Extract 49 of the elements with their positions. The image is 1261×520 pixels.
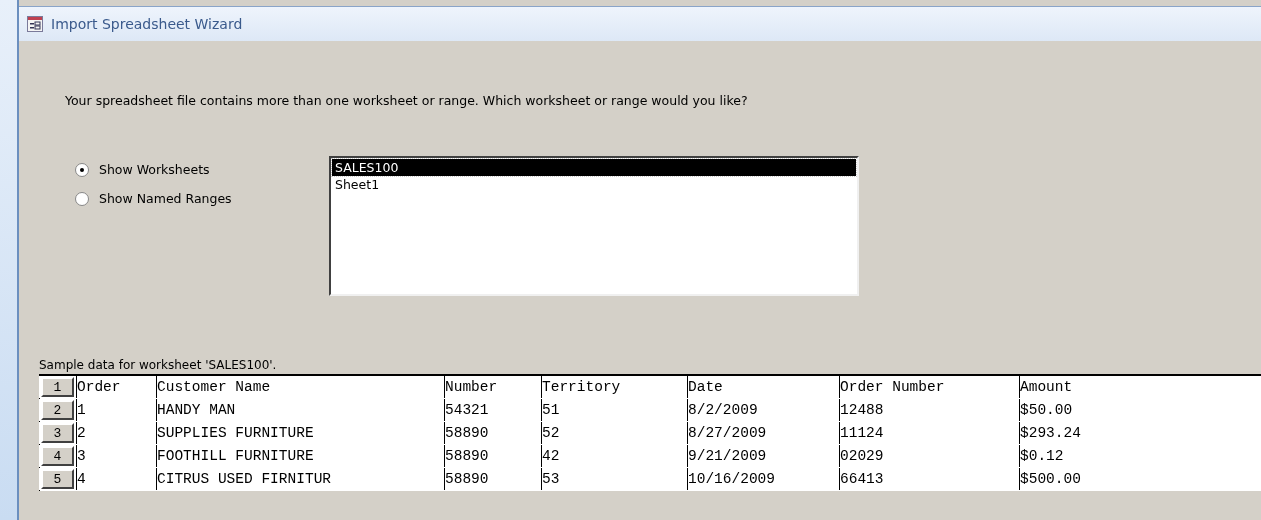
table-cell: 9/21/2009 [687,445,839,467]
table-cell: 53 [541,468,687,490]
table-cell: 1 [76,399,156,421]
window-title: Import Spreadsheet Wizard [51,16,243,32]
table-cell: FOOTHILL FURNITURE [156,445,444,467]
table-cell: CITRUS USED FIRNITUR [156,468,444,490]
table-cell: 8/27/2009 [687,422,839,444]
table-cell: Order [76,376,156,398]
table-cell: Order Number [839,376,1019,398]
table-cell: $500.00 [1019,468,1261,490]
table-cell: Customer Name [156,376,444,398]
table-cell: 11124 [839,422,1019,444]
row-number[interactable]: 3 [41,423,74,443]
row-number[interactable]: 1 [41,377,74,397]
table-cell: Amount [1019,376,1261,398]
row-number[interactable]: 4 [41,446,74,466]
table-cell: 4 [76,468,156,490]
instruction-text: Your spreadsheet file contains more than one worksheet or range. Which worksheet or range would you like? [65,93,749,108]
table-cell: HANDY MAN [156,399,444,421]
worksheet-list[interactable]: SALES100 Sheet1 [329,156,859,296]
table-cell: 51 [541,399,687,421]
radio-option[interactable]: Show Worksheets [75,162,210,177]
table-cell: 10/16/2009 [687,468,839,490]
table-cell: 58890 [444,422,541,444]
table-cell: Territory [541,376,687,398]
table-cell: SUPPLIES FURNITURE [156,422,444,444]
table-cell: 12488 [839,399,1019,421]
list-item[interactable]: SALES100 [332,159,856,176]
row-number[interactable]: 5 [41,469,74,489]
table-cell: $293.24 [1019,422,1261,444]
table-cell: 42 [541,445,687,467]
sample-label: Sample data for worksheet 'SALES100'. [39,358,278,372]
table-cell: $0.12 [1019,445,1261,467]
form-icon [27,16,43,32]
table-cell: 58890 [444,468,541,490]
table-cell: 58890 [444,445,541,467]
table-cell: 54321 [444,399,541,421]
row-number[interactable]: 2 [41,400,74,420]
radio-option[interactable]: Show Named Ranges [75,191,232,206]
table-cell: 52 [541,422,687,444]
table-cell: Number [444,376,541,398]
table-cell: 3 [76,445,156,467]
list-item[interactable]: Sheet1 [332,176,856,193]
table-cell: 02029 [839,445,1019,467]
table-cell: $50.00 [1019,399,1261,421]
table-cell: 2 [76,422,156,444]
table-cell: 66413 [839,468,1019,490]
table-cell: Date [687,376,839,398]
table-cell: 8/2/2009 [687,399,839,421]
